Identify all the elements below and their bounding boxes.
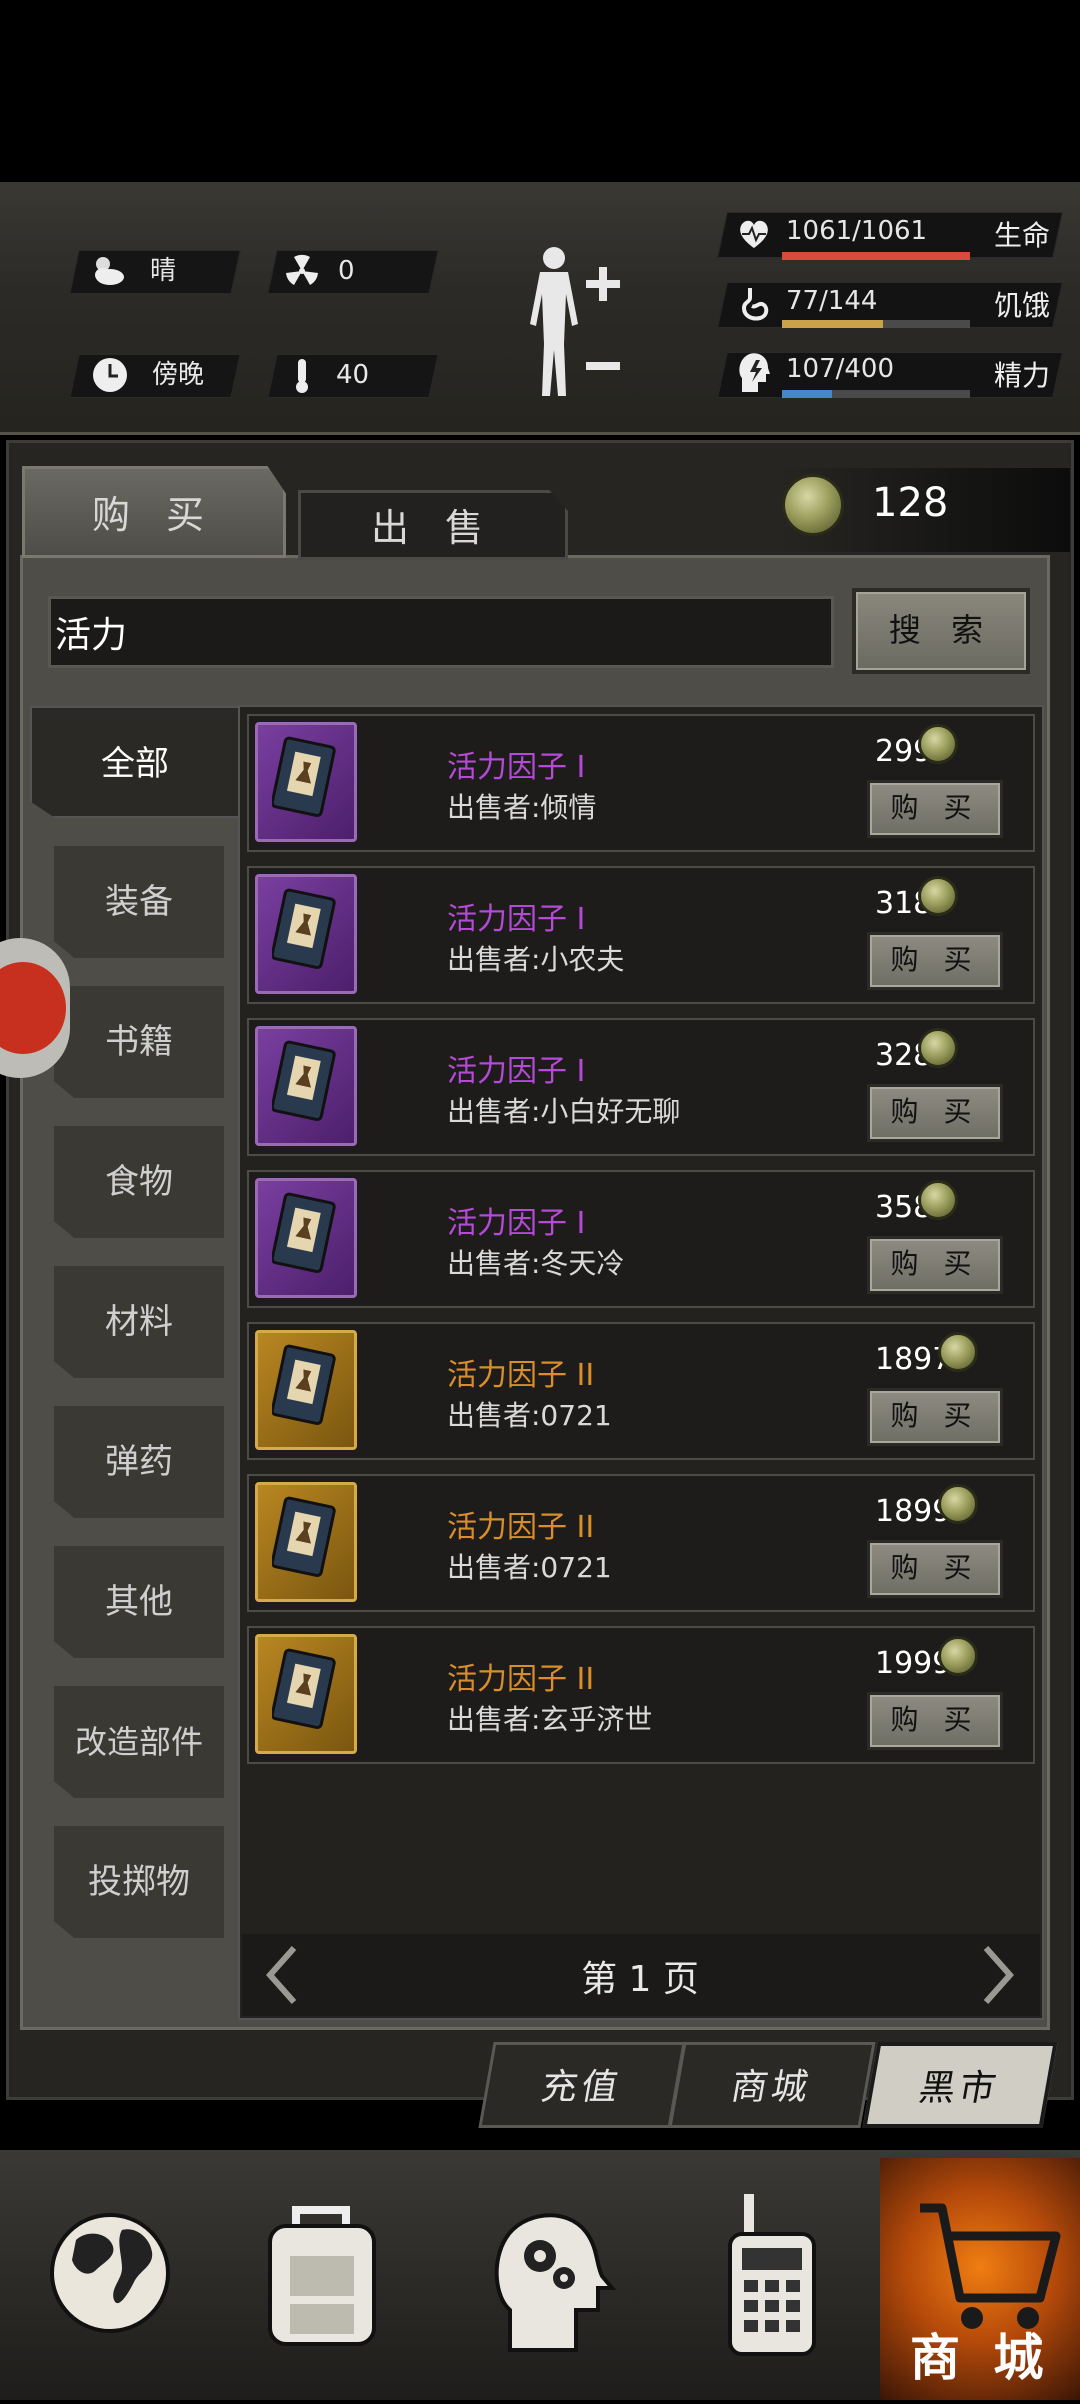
nav-shop-label: 商 城	[910, 2329, 1052, 2387]
category-throwables[interactable]: 投掷物	[54, 1826, 224, 1938]
listing-row: 活力因子 I 出售者:冬天冷 358 购 买	[247, 1170, 1035, 1308]
listing-row: 活力因子 II 出售者:玄乎济世 1999 购 买	[247, 1626, 1035, 1764]
chevron-right-icon[interactable]	[978, 1944, 1018, 2006]
heart-icon	[736, 216, 772, 252]
buy-button[interactable]: 购 买	[867, 1084, 1003, 1142]
buy-button[interactable]: 购 买	[867, 1540, 1003, 1598]
tab-black-market[interactable]: 黑市	[862, 2042, 1058, 2128]
radio-icon	[728, 2194, 816, 2356]
tab-buy[interactable]: 购 买	[22, 466, 286, 558]
item-seller: 出售者:0721	[447, 1399, 612, 1432]
clock-icon	[90, 355, 130, 395]
tab-sell[interactable]: 出 售	[298, 490, 568, 560]
buy-button[interactable]: 购 买	[867, 1236, 1003, 1294]
hunger-bar-fill	[782, 320, 883, 328]
coin-icon	[918, 1180, 958, 1220]
book-image	[272, 736, 336, 818]
listing-row: 活力因子 I 出售者:小农夫 318 购 买	[247, 866, 1035, 1004]
chevron-left-icon[interactable]	[262, 1944, 302, 2006]
coin-icon	[918, 876, 958, 916]
item-seller: 出售者:冬天冷	[447, 1247, 625, 1280]
category-equipment[interactable]: 装备	[54, 846, 224, 958]
book-image	[272, 1344, 336, 1426]
temperature-value: 40	[336, 360, 370, 390]
nav-radio-button[interactable]	[676, 2160, 876, 2390]
globe-icon	[50, 2213, 170, 2333]
buy-button[interactable]: 购 买	[867, 1692, 1003, 1750]
hunger-label: 饥饿	[994, 289, 1051, 322]
time-of-day-value: 傍晚	[152, 360, 205, 390]
listing-row: 活力因子 II 出售者:0721 1897 购 买	[247, 1322, 1035, 1460]
currency-amount: 128	[872, 480, 949, 526]
item-name: 活力因子 I	[447, 750, 586, 785]
item-seller: 出售者:小农夫	[447, 943, 625, 976]
search-input[interactable]	[48, 596, 834, 668]
item-name: 活力因子 II	[447, 1510, 595, 1545]
buy-button[interactable]: 购 买	[867, 780, 1003, 838]
nav-backpack-button[interactable]	[226, 2160, 426, 2390]
coin-icon	[938, 1484, 978, 1524]
health-bar-fill	[782, 252, 970, 260]
buy-button[interactable]: 购 买	[867, 932, 1003, 990]
hunger-bar	[782, 320, 970, 328]
health-value: 1061/1061	[786, 216, 928, 246]
item-seller: 出售者:0721	[447, 1551, 612, 1584]
nav-skills-button[interactable]	[466, 2160, 666, 2390]
item-name: 活力因子 I	[447, 1206, 586, 1241]
item-seller: 出售者:倾情	[447, 791, 597, 824]
health-bar	[782, 252, 970, 260]
page-indicator: 第 1 页	[581, 1959, 699, 2000]
category-mod-parts[interactable]: 改造部件	[54, 1686, 224, 1798]
item-name: 活力因子 II	[447, 1662, 595, 1697]
category-food[interactable]: 食物	[54, 1126, 224, 1238]
body-figure-icon[interactable]	[520, 244, 630, 404]
radiation-value: 0	[338, 256, 355, 286]
book-image	[272, 1496, 336, 1578]
category-all[interactable]: 全部	[30, 706, 240, 818]
energy-bar	[782, 390, 970, 398]
category-books[interactable]: 书籍	[54, 986, 224, 1098]
listing-row: 活力因子 I 出售者:小白好无聊 328 购 买	[247, 1018, 1035, 1156]
coin-icon	[918, 1028, 958, 1068]
tab-mall[interactable]: 商城	[668, 2042, 876, 2128]
item-seller: 出售者:小白好无聊	[447, 1095, 681, 1128]
search-button[interactable]: 搜 索	[852, 588, 1030, 674]
weather-value: 晴	[150, 256, 177, 286]
item-name: 活力因子 I	[447, 902, 586, 937]
stomach-icon	[738, 286, 772, 322]
radiation-icon	[282, 251, 322, 291]
book-image	[272, 1648, 336, 1730]
bottle-cap-coin-icon	[782, 474, 844, 536]
coin-icon	[938, 1636, 978, 1676]
book-image	[272, 888, 336, 970]
energy-value: 107/400	[786, 354, 895, 384]
buy-button[interactable]: 购 买	[867, 1388, 1003, 1446]
listing-row: 活力因子 I 出售者:倾情 299 购 买	[247, 714, 1035, 852]
tab-recharge[interactable]: 充值	[478, 2042, 686, 2128]
item-name: 活力因子 II	[447, 1358, 595, 1393]
backpack-icon	[268, 2206, 376, 2346]
thermometer-icon	[282, 355, 322, 395]
coin-icon	[938, 1332, 978, 1372]
nav-map-button[interactable]	[26, 2160, 226, 2390]
energy-head-icon	[736, 350, 772, 396]
head-gears-icon	[494, 2213, 617, 2352]
energy-label: 精力	[994, 359, 1051, 392]
item-name: 活力因子 I	[447, 1054, 586, 1089]
category-other[interactable]: 其他	[54, 1546, 224, 1658]
cloud-sun-icon	[88, 251, 128, 291]
energy-bar-fill	[782, 390, 833, 398]
health-label: 生命	[994, 219, 1051, 252]
category-materials[interactable]: 材料	[54, 1266, 224, 1378]
hunger-value: 77/144	[786, 286, 878, 316]
book-image	[272, 1040, 336, 1122]
listing-row: 活力因子 II 出售者:0721 1899 购 买	[247, 1474, 1035, 1612]
category-ammo[interactable]: 弹药	[54, 1406, 224, 1518]
item-seller: 出售者:玄乎济世	[447, 1703, 653, 1736]
coin-icon	[918, 724, 958, 764]
book-image	[272, 1192, 336, 1274]
